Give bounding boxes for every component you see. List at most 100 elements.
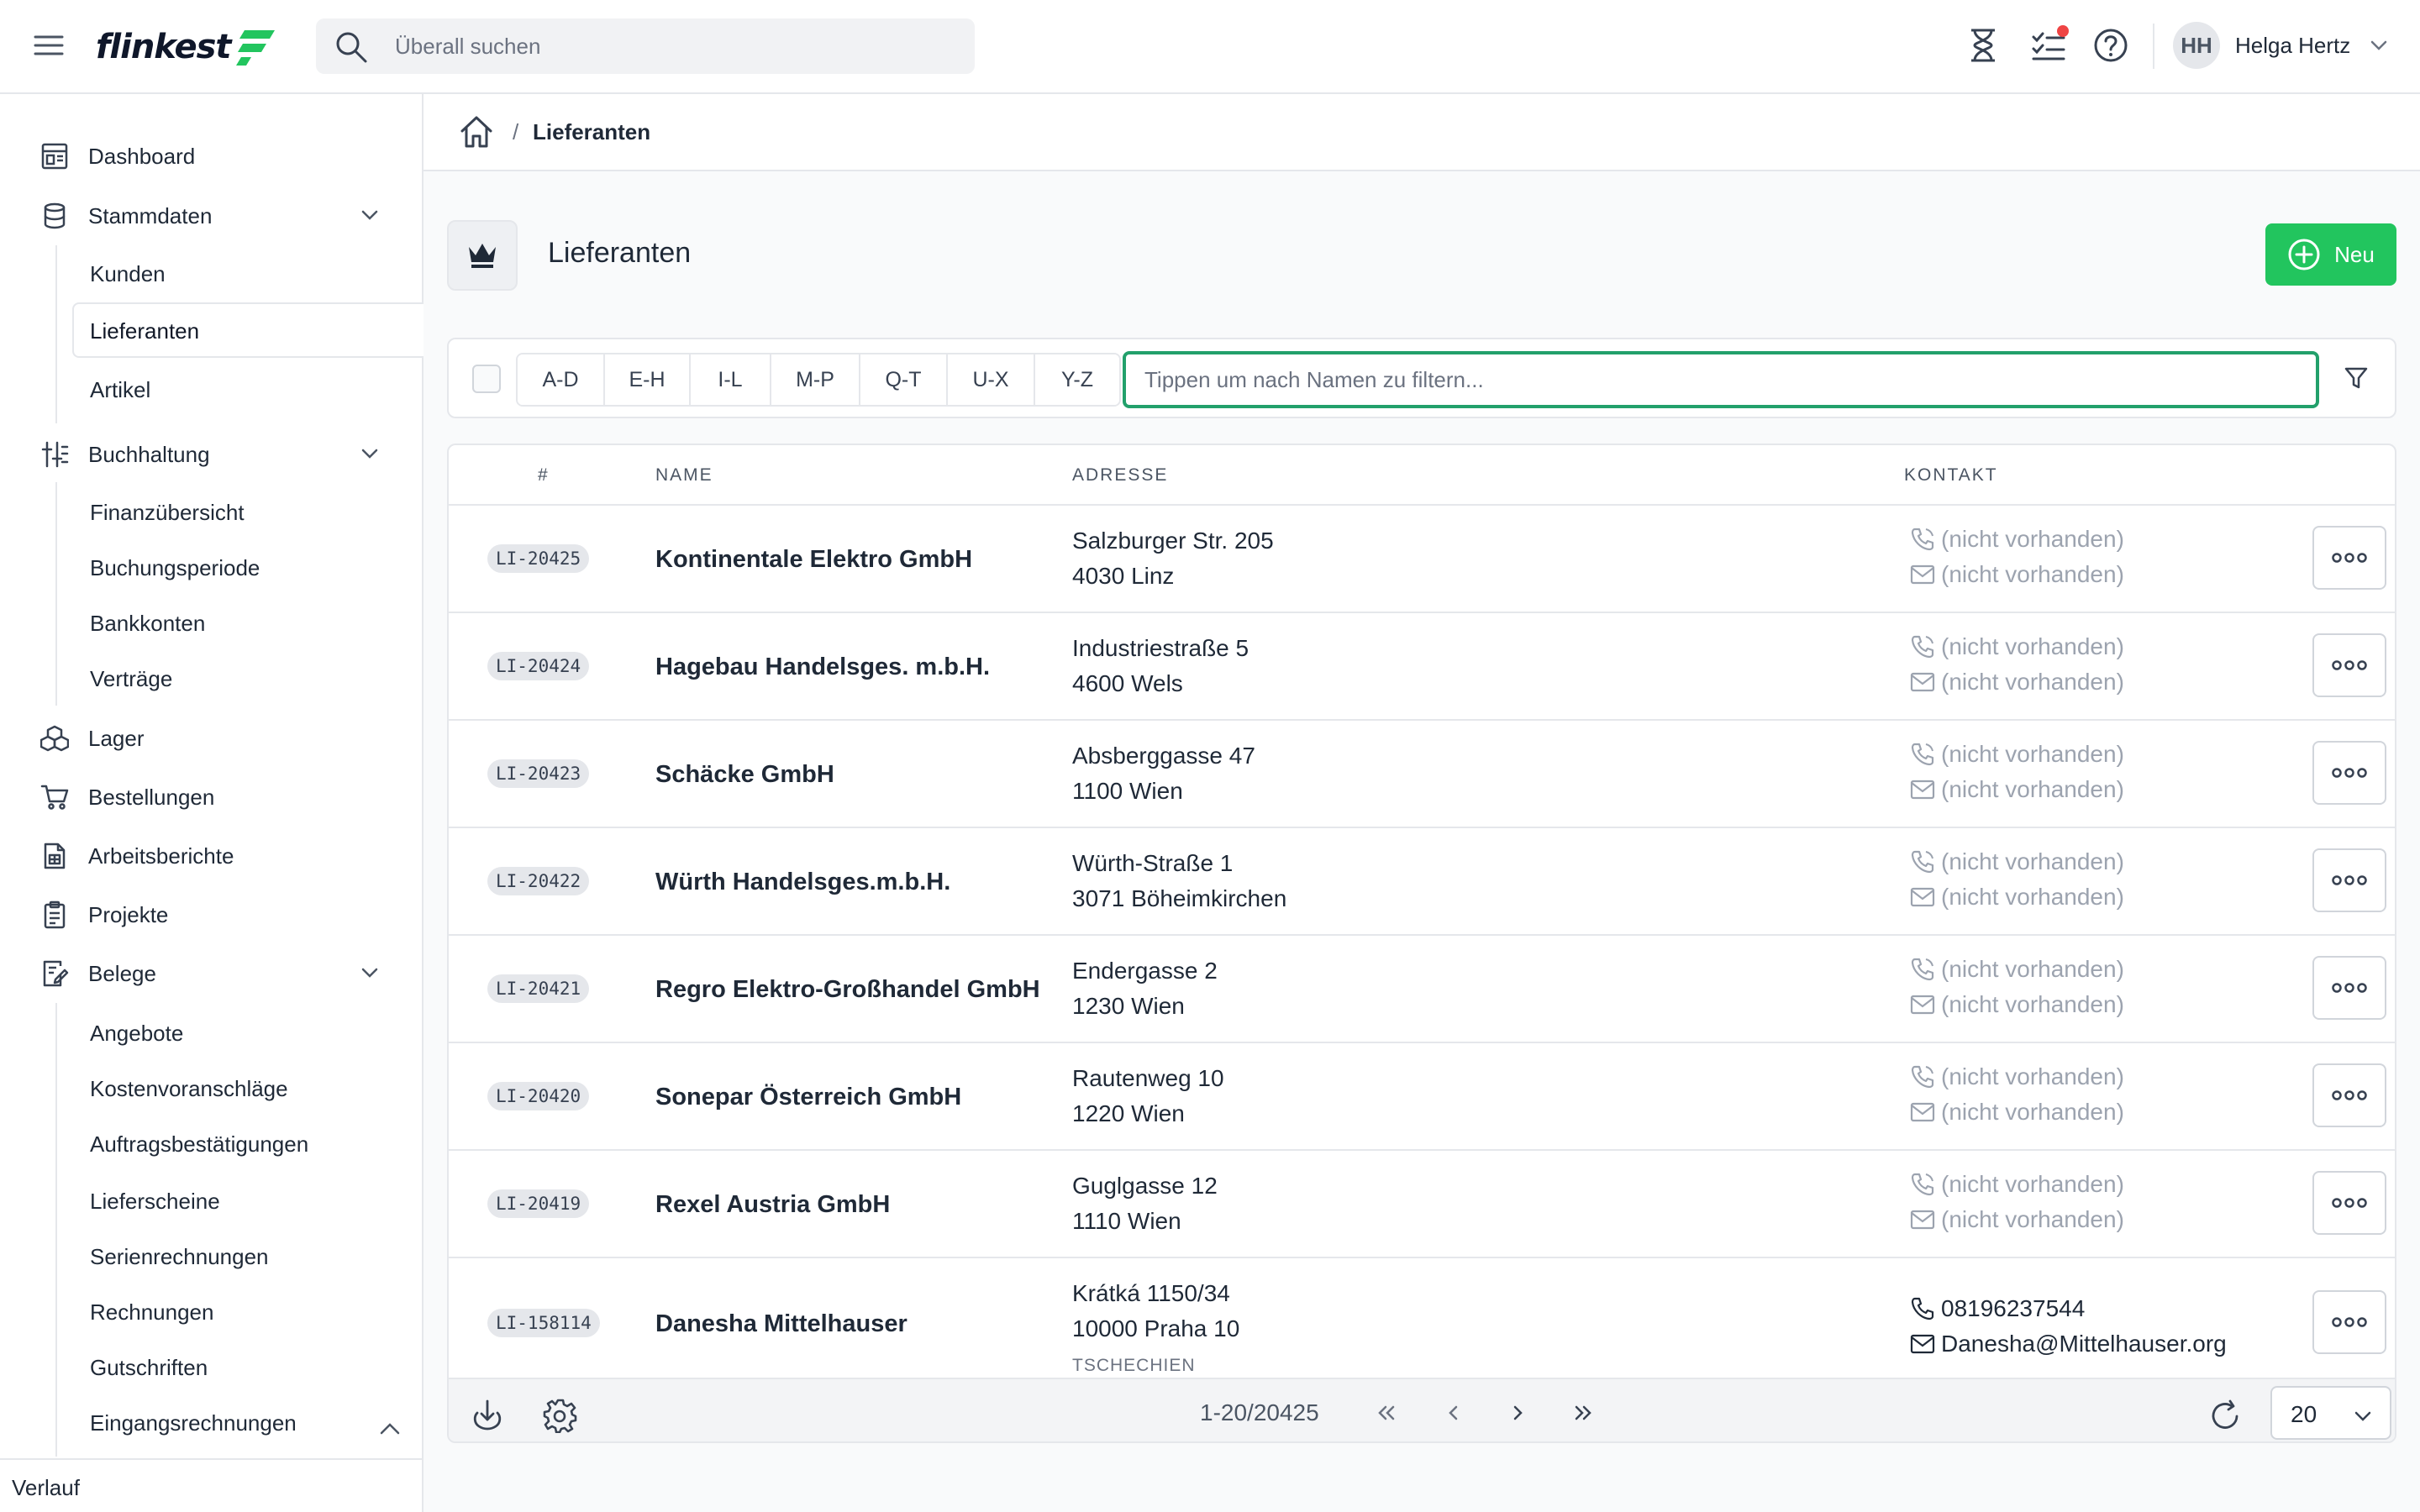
sidebar-item-kunden[interactable]: Kunden: [72, 245, 424, 301]
row-actions-button[interactable]: [2312, 1063, 2386, 1127]
refresh-icon[interactable]: [2208, 1398, 2244, 1433]
row-actions-button[interactable]: [2312, 1171, 2386, 1235]
select-all-checkbox[interactable]: [472, 365, 501, 393]
hourglass-icon[interactable]: [1965, 27, 2002, 64]
sidebar-item-belege[interactable]: Belege: [0, 949, 424, 996]
home-icon[interactable]: [459, 114, 494, 150]
table-row[interactable]: LI-20425 Kontinentale Elektro GmbH Salzb…: [449, 506, 2395, 613]
alpha-filter-m-p[interactable]: M-P: [771, 354, 860, 405]
sidebar-item-bankkonten[interactable]: Bankkonten: [72, 595, 424, 650]
sidebar-item-angebote[interactable]: Angebote: [72, 1005, 424, 1060]
email-value[interactable]: Danesha@Mittelhauser.org: [1941, 1331, 2227, 1357]
history-panel[interactable]: Verlauf: [0, 1458, 422, 1512]
download-icon[interactable]: [471, 1398, 504, 1431]
contact-email: (nicht vorhanden): [1909, 991, 2124, 1018]
sliders-icon: [41, 441, 69, 468]
sidebar-item-vertraege[interactable]: Verträge: [72, 650, 424, 706]
row-actions-button[interactable]: [2312, 633, 2386, 697]
sidebar-item-lieferscheine[interactable]: Lieferscheine: [72, 1173, 424, 1228]
page-size-value: 20: [2291, 1401, 2317, 1427]
supplier-name[interactable]: Hagebau Handelsges. m.b.H.: [655, 654, 990, 681]
supplier-name[interactable]: Danesha Mittelhauser: [655, 1310, 908, 1338]
supplier-name[interactable]: Schäcke GmbH: [655, 761, 834, 789]
sidebar-item-dashboard[interactable]: Dashboard: [0, 132, 424, 179]
address-street: Guglgasse 12: [1072, 1173, 1218, 1199]
table-row[interactable]: LI-20420 Sonepar Österreich GmbH Rautenw…: [449, 1043, 2395, 1151]
phone-icon: [1911, 958, 1934, 981]
help-icon[interactable]: [2092, 27, 2129, 64]
sidebar-item-buchhaltung[interactable]: Buchhaltung: [0, 430, 424, 477]
contact-phone: (nicht vorhanden): [1909, 1063, 2124, 1090]
chevron-down-icon: [361, 449, 378, 459]
sidebar-item-eingangsrechnungen[interactable]: Eingangsrechnungen: [72, 1394, 424, 1450]
filter-icon[interactable]: [2343, 365, 2370, 391]
alpha-filter-q-t[interactable]: Q-T: [860, 354, 948, 405]
next-page-icon[interactable]: [1504, 1399, 1531, 1426]
column-header-name[interactable]: NAME: [655, 465, 713, 486]
page-size-select[interactable]: 20: [2270, 1386, 2391, 1440]
column-header-contact[interactable]: KONTAKT: [1904, 465, 1998, 486]
phone-icon: [1911, 1297, 1934, 1320]
table-row[interactable]: LI-20421 Regro Elektro-Großhandel GmbH E…: [449, 936, 2395, 1043]
table-row[interactable]: LI-20419 Rexel Austria GmbH Guglgasse 12…: [449, 1151, 2395, 1258]
table-row[interactable]: LI-20423 Schäcke GmbH Absberggasse 47 11…: [449, 721, 2395, 828]
sidebar-item-serienrechnungen[interactable]: Serienrechnungen: [72, 1228, 424, 1284]
name-filter-input[interactable]: [1123, 351, 2319, 408]
submenu-line: [55, 245, 57, 423]
row-actions-button[interactable]: [2312, 526, 2386, 590]
sidebar-item-rechnungen[interactable]: Rechnungen: [72, 1284, 424, 1339]
sidebar: Dashboard Stammdaten Kunden Lieferanten …: [0, 94, 424, 1512]
sidebar-item-label: Buchhaltung: [88, 442, 210, 467]
phone-icon: [1911, 635, 1934, 659]
address-city: 3071 Böheimkirchen: [1072, 885, 1287, 911]
column-header-id[interactable]: #: [538, 465, 550, 486]
row-actions-button[interactable]: [2312, 848, 2386, 912]
last-page-icon[interactable]: [1570, 1399, 1597, 1426]
phone-icon: [1911, 1173, 1934, 1196]
database-icon: [44, 202, 66, 229]
alpha-filter-y-z[interactable]: Y-Z: [1035, 354, 1119, 405]
sidebar-item-arbeitsberichte[interactable]: Arbeitsberichte: [0, 832, 424, 879]
phone-value[interactable]: 08196237544: [1941, 1295, 2085, 1322]
sidebar-item-gutschriften[interactable]: Gutschriften: [72, 1339, 424, 1394]
settings-gear-icon[interactable]: [543, 1398, 578, 1433]
sidebar-item-lieferanten[interactable]: Lieferanten: [72, 302, 424, 358]
address-street: Salzburger Str. 205: [1072, 528, 1274, 554]
supplier-name[interactable]: Sonepar Österreich GmbH: [655, 1084, 961, 1111]
supplier-name[interactable]: Kontinentale Elektro GmbH: [655, 546, 972, 574]
alpha-filter-e-h[interactable]: E-H: [605, 354, 691, 405]
sidebar-item-finanzuebersicht[interactable]: Finanzübersicht: [72, 484, 424, 539]
alpha-filter-a-d[interactable]: A-D: [518, 354, 605, 405]
supplier-name[interactable]: Regro Elektro-Großhandel GmbH: [655, 976, 1040, 1004]
search-input[interactable]: [395, 18, 950, 74]
column-header-address[interactable]: ADRESSE: [1072, 465, 1168, 486]
previous-page-icon[interactable]: [1440, 1399, 1467, 1426]
sidebar-item-bestellungen[interactable]: Bestellungen: [0, 773, 424, 820]
new-button[interactable]: Neu: [2265, 223, 2396, 286]
user-menu[interactable]: HH Helga Hertz: [2173, 22, 2389, 69]
sidebar-item-kostenvoranschlaege[interactable]: Kostenvoranschläge: [72, 1060, 424, 1116]
table-row[interactable]: LI-20424 Hagebau Handelsges. m.b.H. Indu…: [449, 613, 2395, 721]
alpha-filter-i-l[interactable]: I-L: [691, 354, 771, 405]
address-street: Endergasse 2: [1072, 958, 1218, 984]
chevron-up-icon[interactable]: [376, 1415, 403, 1441]
global-search[interactable]: [316, 18, 975, 74]
sidebar-item-artikel[interactable]: Artikel: [72, 361, 424, 417]
sidebar-item-lager[interactable]: Lager: [0, 714, 424, 761]
app-logo[interactable]: flinkest: [96, 24, 276, 71]
crown-icon: [469, 244, 496, 268]
row-actions-button[interactable]: [2312, 1290, 2386, 1354]
supplier-name[interactable]: Rexel Austria GmbH: [655, 1191, 890, 1219]
table-row[interactable]: LI-20422 Würth Handelsges.m.b.H. Würth-S…: [449, 828, 2395, 936]
row-actions-button[interactable]: [2312, 956, 2386, 1020]
row-actions-button[interactable]: [2312, 741, 2386, 805]
supplier-name[interactable]: Würth Handelsges.m.b.H.: [655, 869, 950, 896]
first-page-icon[interactable]: [1373, 1399, 1400, 1426]
sidebar-item-stammdaten[interactable]: Stammdaten: [0, 192, 424, 239]
table-row[interactable]: LI-158114 Danesha Mittelhauser Krátká 11…: [449, 1258, 2395, 1379]
menu-icon[interactable]: [32, 29, 66, 62]
sidebar-item-auftragsbestaetigungen[interactable]: Auftragsbestätigungen: [72, 1116, 424, 1171]
sidebar-item-projekte[interactable]: Projekte: [0, 890, 424, 937]
sidebar-item-buchungsperiode[interactable]: Buchungsperiode: [72, 539, 424, 595]
alpha-filter-u-x[interactable]: U-X: [948, 354, 1035, 405]
